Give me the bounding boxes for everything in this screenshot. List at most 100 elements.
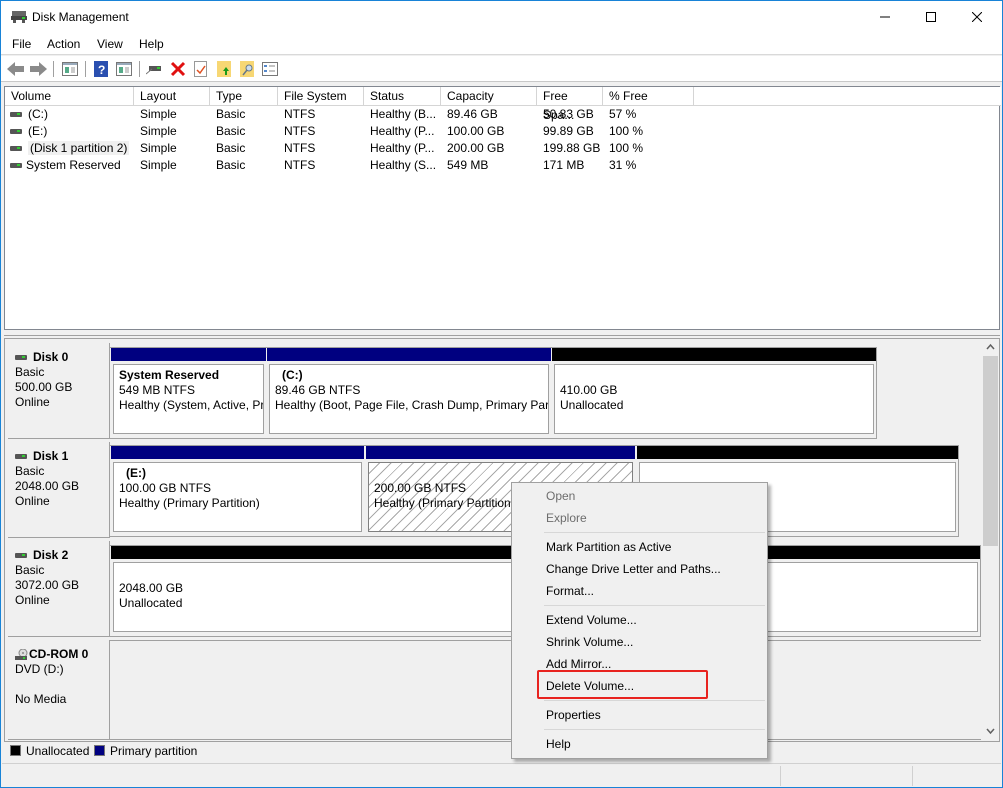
partition-type-bar xyxy=(111,348,266,361)
column-header-volume[interactable]: Volume xyxy=(5,87,134,106)
forward-button[interactable] xyxy=(29,60,47,78)
menu-separator xyxy=(544,532,765,533)
column-header-free-space[interactable]: Free Spa... xyxy=(537,87,603,122)
layout-cell: Simple xyxy=(140,141,177,155)
column-header-capacity[interactable]: Capacity xyxy=(441,87,537,106)
disk-2-label[interactable]: Disk 2 Basic 3072.00 GB Online xyxy=(8,541,110,637)
scroll-up-icon[interactable] xyxy=(982,339,999,356)
free-space-cell: 99.89 GB xyxy=(543,124,594,138)
close-button[interactable] xyxy=(954,1,1000,33)
maximize-button[interactable] xyxy=(908,1,954,33)
minimize-button[interactable] xyxy=(862,1,908,33)
scrollbar-thumb[interactable] xyxy=(983,356,998,546)
partition-c-drive[interactable]: (C:) 89.46 GB NTFS Healthy (Boot, Page F… xyxy=(267,348,551,438)
help-button[interactable]: ? xyxy=(92,60,110,78)
column-header-file-system[interactable]: File System xyxy=(278,87,364,106)
table-row[interactable]: (C:) Simple Basic NTFS Healthy (B... 89.… xyxy=(5,106,999,123)
menu-view[interactable]: View xyxy=(97,37,123,51)
drive-icon xyxy=(10,112,22,118)
toolbar-separator xyxy=(85,61,86,77)
partition-disk0-unallocated[interactable]: 410.00 GB Unallocated xyxy=(552,348,876,438)
menu-item-explore[interactable]: Explore xyxy=(514,507,765,529)
scroll-down-icon[interactable] xyxy=(982,722,999,739)
table-row[interactable]: (E:) Simple Basic NTFS Healthy (P... 100… xyxy=(5,123,999,140)
capacity-cell: 89.46 GB xyxy=(447,107,498,121)
properties-list-icon xyxy=(262,62,278,76)
pane-splitter[interactable] xyxy=(4,330,1000,336)
cdrom-0-label[interactable]: CD-ROM 0 DVD (D:) No Media xyxy=(8,640,110,740)
partition-box: System Reserved 549 MB NTFS Healthy (Sys… xyxy=(113,364,264,434)
show-hide-action-pane-button[interactable] xyxy=(115,60,133,78)
close-icon xyxy=(972,12,982,22)
menu-item-extend-volume[interactable]: Extend Volume... xyxy=(514,609,765,631)
column-header-layout[interactable]: Layout xyxy=(134,87,210,106)
file-system-cell: NTFS xyxy=(284,141,316,155)
table-row-selected[interactable]: (Disk 1 partition 2) Simple Basic NTFS H… xyxy=(5,140,999,157)
partition-box: (C:) 89.46 GB NTFS Healthy (Boot, Page F… xyxy=(269,364,549,434)
disk-type: Basic xyxy=(15,365,45,379)
disk-state: Online xyxy=(15,395,50,409)
partition-system-reserved[interactable]: System Reserved 549 MB NTFS Healthy (Sys… xyxy=(111,348,266,438)
window-title: Disk Management xyxy=(32,10,129,24)
layout-cell: Simple xyxy=(140,124,177,138)
disk-management-app-icon xyxy=(11,11,27,23)
percent-free-cell: 100 % xyxy=(609,124,644,138)
percent-free-cell: 31 % xyxy=(609,158,637,172)
disk-type: Basic xyxy=(15,563,45,577)
partition-box: 410.00 GB Unallocated xyxy=(554,364,874,434)
menu-item-mark-partition-active[interactable]: Mark Partition as Active xyxy=(514,536,765,558)
column-header-percent-free[interactable]: % Free xyxy=(603,87,694,106)
free-space-cell: 50.83 GB xyxy=(543,107,594,121)
legend-label-primary: Primary partition xyxy=(110,744,198,758)
folder-up-icon xyxy=(217,61,231,77)
free-space-cell: 171 MB xyxy=(543,158,585,172)
menu-item-open[interactable]: Open xyxy=(514,485,765,507)
menu-action[interactable]: Action xyxy=(47,37,80,51)
back-button[interactable] xyxy=(7,60,25,78)
graphical-view-scrollbar[interactable] xyxy=(982,339,999,739)
connect-disk-button[interactable] xyxy=(146,60,164,78)
menu-bar: File Action View Help xyxy=(1,33,1002,55)
column-header-filler xyxy=(694,87,1001,106)
drive-icon xyxy=(10,129,22,135)
show-hide-console-tree-button[interactable] xyxy=(61,60,79,78)
volume-list-header: Volume Layout Type File System Status Ca… xyxy=(5,87,1001,122)
menu-item-change-drive-letter[interactable]: Change Drive Letter and Paths... xyxy=(514,558,765,580)
disk-0-label[interactable]: Disk 0 Basic 500.00 GB Online xyxy=(8,343,110,439)
volume-list: Volume Layout Type File System Status Ca… xyxy=(4,86,1001,330)
partition-type-bar xyxy=(267,348,551,361)
disk-icon xyxy=(15,553,27,559)
delete-button[interactable] xyxy=(169,60,187,78)
menu-separator xyxy=(544,729,765,730)
check-button[interactable] xyxy=(192,60,210,78)
partition-type-bar xyxy=(111,446,364,459)
folder-search-button[interactable] xyxy=(238,60,256,78)
status-cell: Healthy (B... xyxy=(370,107,437,121)
free-space-cell: 199.88 GB xyxy=(543,141,601,155)
disk-icon xyxy=(15,454,27,460)
menu-help[interactable]: Help xyxy=(139,37,164,51)
file-system-cell: NTFS xyxy=(284,107,316,121)
menu-separator xyxy=(544,700,765,701)
menu-item-properties[interactable]: Properties xyxy=(514,704,765,726)
table-row[interactable]: System Reserved Simple Basic NTFS Health… xyxy=(5,157,999,174)
status-cell xyxy=(912,766,913,786)
partition-e-drive[interactable]: (E:) 100.00 GB NTFS Healthy (Primary Par… xyxy=(111,446,364,536)
properties-list-button[interactable] xyxy=(261,60,279,78)
column-header-type[interactable]: Type xyxy=(210,87,278,106)
layout-cell: Simple xyxy=(140,107,177,121)
svg-text:?: ? xyxy=(98,63,105,77)
disk-state: Online xyxy=(15,494,50,508)
percent-free-cell: 100 % xyxy=(609,141,644,155)
menu-item-format[interactable]: Format... xyxy=(514,580,765,602)
menu-file[interactable]: File xyxy=(12,37,31,51)
menu-item-help[interactable]: Help xyxy=(514,733,765,755)
menu-item-shrink-volume[interactable]: Shrink Volume... xyxy=(514,631,765,653)
column-header-status[interactable]: Status xyxy=(364,87,441,106)
file-system-cell: NTFS xyxy=(284,158,316,172)
folder-up-button[interactable] xyxy=(215,60,233,78)
disk-0-partitions: System Reserved 549 MB NTFS Healthy (Sys… xyxy=(109,347,877,439)
disk-1-label[interactable]: Disk 1 Basic 2048.00 GB Online xyxy=(8,442,110,538)
disk-management-window: Disk Management File Action View Help ? xyxy=(0,0,1003,788)
legend-swatch-unallocated xyxy=(10,745,21,756)
